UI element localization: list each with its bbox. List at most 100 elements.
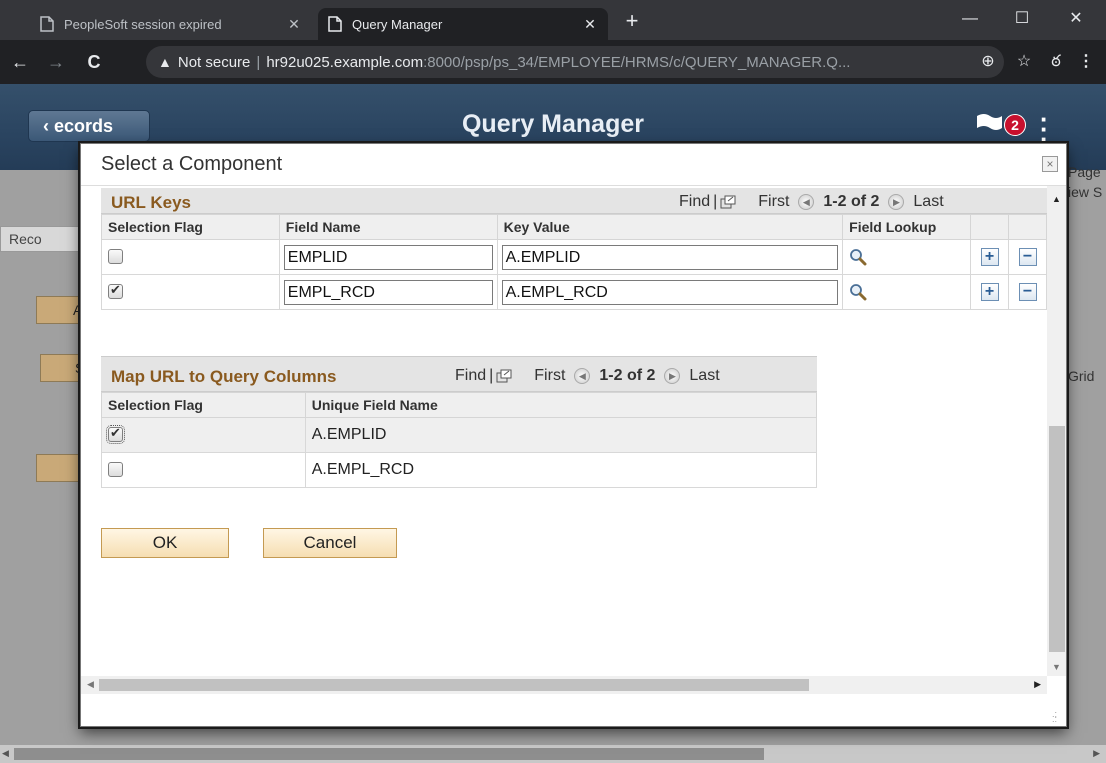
url-keys-first-label: First [758, 193, 790, 210]
view-all-popup-icon[interactable] [496, 369, 512, 383]
zoom-icon[interactable]: ⊕ [976, 50, 1000, 74]
dialog-titlebar: Select a Component × [81, 144, 1066, 186]
not-secure-label[interactable]: Not secure [178, 54, 251, 71]
selection-flag-checkbox[interactable] [108, 282, 123, 300]
field-name-input[interactable]: EMPL_RCD [283, 279, 493, 305]
dialog-vertical-scrollbar[interactable]: ▲ ▼ [1047, 186, 1066, 676]
dialog-close-icon[interactable]: × [1042, 156, 1058, 172]
view-all-popup-icon[interactable] [720, 195, 736, 209]
browser-tabstrip: PeopleSoft session expired ✕ Query Manag… [0, 0, 1106, 40]
scroll-left-arrow-icon[interactable]: ◀ [2, 748, 9, 759]
scroll-right-arrow-icon[interactable]: ▶ [1034, 679, 1041, 690]
resize-grip-icon[interactable]: .:.: [1052, 710, 1062, 724]
bg-button-3 [36, 454, 84, 482]
table-row: EMPL_RCD A.EMPL_RCD + − [101, 274, 1047, 310]
col-field-lookup: Field Lookup [842, 214, 972, 240]
map-url-first-label: First [534, 367, 566, 384]
window-close-button[interactable]: ✕ [1054, 6, 1098, 32]
bg-right-page: Page [1068, 164, 1101, 180]
lookup-magnifier-icon[interactable] [849, 248, 867, 266]
tab-close-icon[interactable]: ✕ [286, 16, 302, 33]
cancel-button[interactable]: Cancel [263, 528, 397, 558]
tab-title: Query Manager [352, 16, 443, 32]
field-name-input[interactable]: EMPLID [283, 244, 493, 270]
table-row: A.EMPL_RCD [101, 452, 818, 488]
lookup-magnifier-icon[interactable] [849, 283, 867, 301]
nav-separator: | [489, 367, 494, 384]
select-component-dialog: Select a Component × URL Keys Find | Fir… [80, 143, 1067, 727]
key-value-input[interactable]: A.EMPL_RCD [501, 279, 839, 305]
bg-button-a: A [36, 296, 84, 324]
ok-button[interactable]: OK [101, 528, 229, 558]
browser-menu-icon[interactable]: ⋮ [1074, 50, 1098, 74]
maximize-button[interactable]: ☐ [1000, 6, 1044, 32]
col-remove [1008, 214, 1047, 240]
dialog-hscroll-thumb[interactable] [99, 679, 809, 691]
forward-arrow-icon[interactable]: → [44, 50, 68, 74]
dialog-horizontal-scrollbar[interactable]: ◀ ▶ [81, 676, 1047, 694]
address-separator: | [256, 53, 261, 71]
scroll-left-arrow-icon[interactable]: ◀ [87, 679, 94, 690]
map-url-find-link[interactable]: Find [455, 367, 486, 385]
url-keys-header-row: Selection Flag Field Name Key Value Fiel… [101, 214, 1047, 240]
map-url-nav: Find | First ◀ 1-2 of 2 ▶ Last [455, 367, 720, 385]
tab-close-icon[interactable]: ✕ [582, 16, 598, 33]
add-row-icon[interactable]: + [980, 282, 999, 301]
remove-row-icon[interactable]: − [1018, 282, 1037, 301]
page-icon [40, 16, 54, 32]
bg-tab-records: Reco [0, 226, 82, 252]
new-tab-button[interactable]: + [620, 10, 644, 34]
url-keys-header: URL Keys Find | First ◀ 1-2 of 2 ▶ Last [101, 188, 1047, 214]
back-arrow-icon[interactable]: ← [8, 50, 32, 74]
dialog-title: Select a Component [101, 153, 283, 175]
remove-row-icon[interactable]: − [1018, 247, 1037, 266]
url-keys-find-link[interactable]: Find [679, 193, 710, 211]
next-row-icon[interactable]: ▶ [888, 194, 905, 210]
selection-flag-checkbox[interactable] [108, 249, 123, 265]
table-row: A.EMPLID [101, 417, 818, 453]
dialog-body: URL Keys Find | First ◀ 1-2 of 2 ▶ Last … [81, 186, 1047, 676]
address-bar[interactable]: ▲ Not secure | hr92u025.example.com :800… [146, 46, 1004, 78]
selection-flag-checkbox[interactable] [108, 462, 123, 478]
address-host: hr92u025.example.com [266, 53, 424, 71]
add-row-icon[interactable]: + [980, 247, 999, 266]
map-url-header-row: Selection Flag Unique Field Name [101, 392, 818, 418]
selection-flag-checkbox[interactable] [106, 425, 125, 445]
map-url-header: Map URL to Query Columns Find | First ◀ … [101, 356, 817, 392]
minimize-button[interactable]: — [948, 6, 992, 32]
bg-right-view: iew S [1068, 184, 1103, 200]
url-keys-last-label: Last [913, 193, 944, 210]
notification-badge: 2 [1004, 114, 1026, 136]
scroll-right-arrow-icon[interactable]: ▶ [1093, 748, 1100, 759]
app-actions-menu-icon[interactable]: · · · [1040, 106, 1049, 152]
col-key-value: Key Value [496, 214, 844, 240]
tab-title: PeopleSoft session expired [64, 16, 222, 32]
address-path: :8000/psp/ps_34/EMPLOYEE/HRMS/c/QUERY_MA… [423, 53, 851, 71]
page-horizontal-scrollbar[interactable]: ◀ ▶ [0, 745, 1106, 763]
tab-peoplesoft-session-expired[interactable]: PeopleSoft session expired ✕ [30, 8, 312, 40]
scroll-up-arrow-icon[interactable]: ▲ [1052, 194, 1061, 204]
map-url-last-label: Last [689, 367, 720, 384]
table-row: EMPLID A.EMPLID + − [101, 239, 1047, 275]
dialog-vscroll-thumb[interactable] [1049, 426, 1065, 652]
warning-icon: ▲ [158, 54, 172, 70]
reload-icon[interactable]: C [82, 50, 106, 74]
notification-flag-icon[interactable] [974, 112, 1004, 138]
scroll-down-arrow-icon[interactable]: ▼ [1052, 662, 1061, 672]
previous-row-icon[interactable]: ◀ [574, 368, 591, 384]
map-url-title: Map URL to Query Columns [111, 367, 337, 386]
bookmark-star-icon[interactable]: ☆ [1012, 50, 1036, 74]
tab-query-manager[interactable]: Query Manager ✕ [318, 8, 608, 40]
unique-field-name-cell: A.EMPL_RCD [304, 452, 818, 488]
extension-icon[interactable]: ఠ [1044, 50, 1068, 74]
col-selection-flag: Selection Flag [101, 214, 280, 240]
key-value-input[interactable]: A.EMPLID [501, 244, 839, 270]
previous-row-icon[interactable]: ◀ [798, 194, 815, 210]
url-keys-range: 1-2 of 2 [823, 193, 880, 210]
page-scroll-thumb[interactable] [14, 748, 764, 760]
col-selection-flag: Selection Flag [101, 392, 306, 418]
col-unique-field-name: Unique Field Name [304, 392, 818, 418]
bg-right-grid: Grid [1068, 368, 1095, 384]
next-row-icon[interactable]: ▶ [664, 368, 681, 384]
page-title: Query Manager [461, 110, 644, 138]
